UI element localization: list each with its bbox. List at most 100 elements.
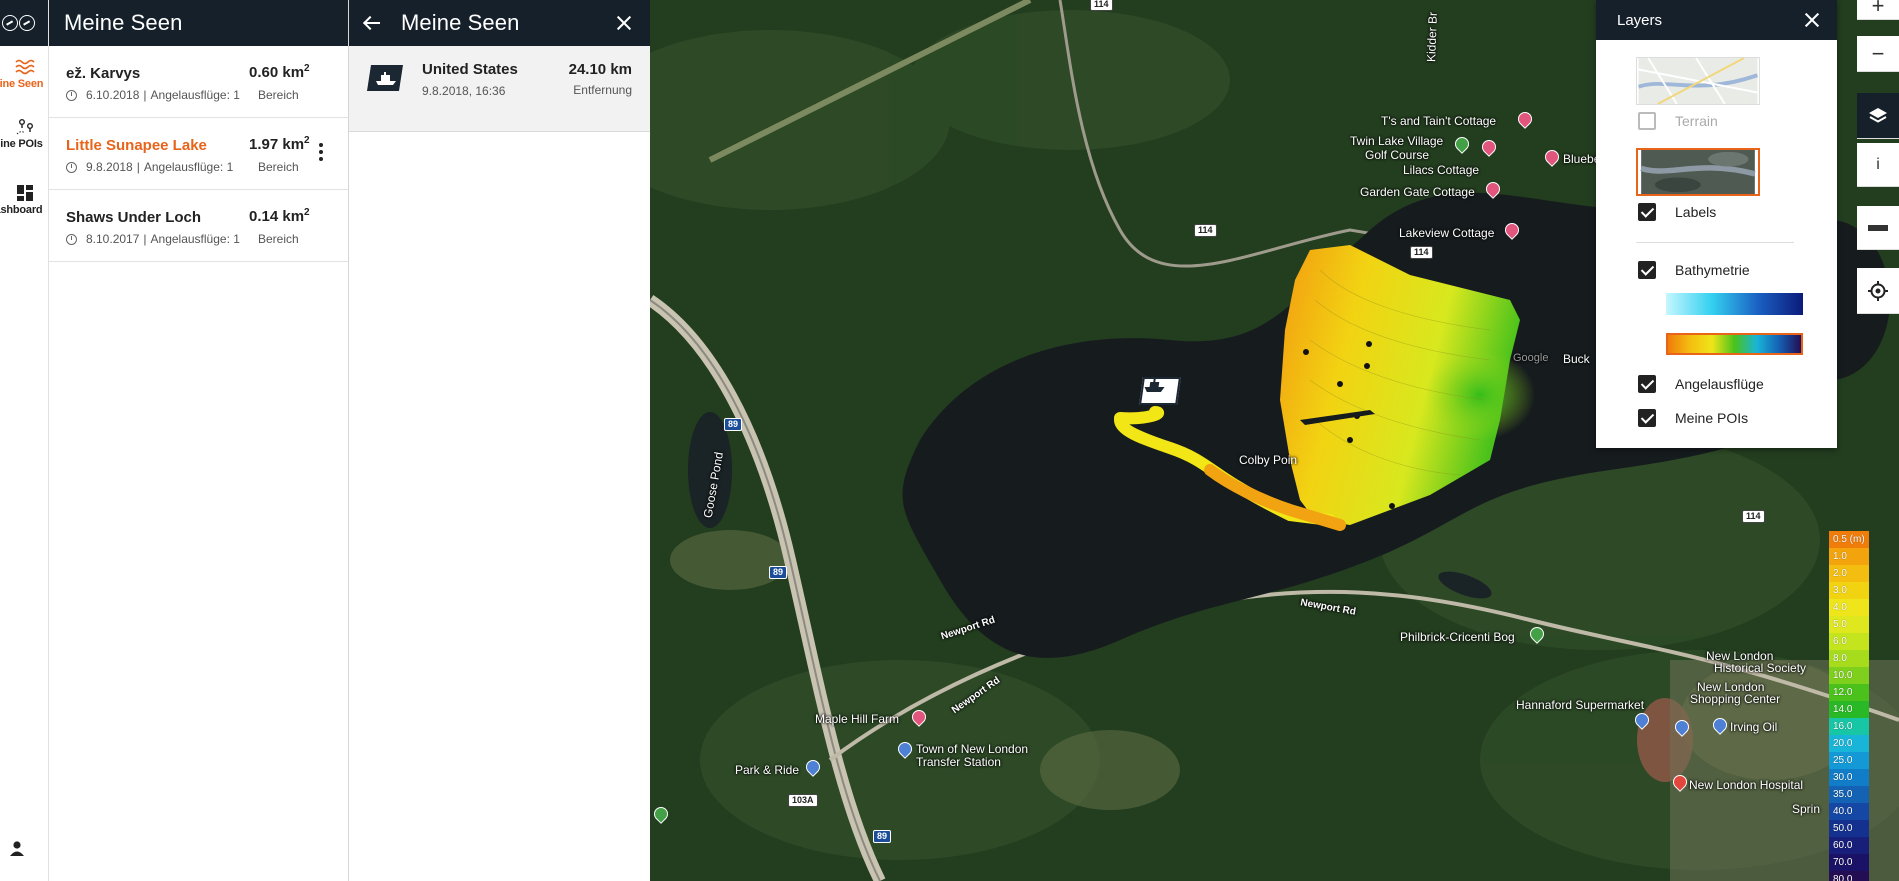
map-label: Town of New London: [916, 742, 1029, 756]
trip-panel-header: Meine Seen: [349, 0, 650, 46]
meta-separator: |: [143, 88, 147, 102]
lake-meta: 8.10.2017 | Angelausflüge: 1: [66, 232, 240, 246]
lake-trips: Angelausflüge: 1: [150, 88, 240, 102]
zoom-out-button[interactable]: −: [1857, 36, 1899, 72]
trip-panel-title: Meine Seen: [401, 10, 520, 35]
info-button[interactable]: i: [1857, 143, 1899, 187]
terrain-label: Terrain: [1675, 113, 1718, 129]
clock-icon: [66, 89, 77, 101]
satellite-thumbnail[interactable]: [1636, 148, 1760, 196]
lake-area: 1.97 km2: [249, 135, 310, 153]
lake-area-value: 1.97 km: [249, 136, 305, 153]
trips-checkbox[interactable]: [1638, 375, 1656, 393]
lake-row-karvys[interactable]: ež. Karvys 6.10.2018 | Angelausflüge: 1 …: [49, 46, 348, 118]
legend-cell: 8.0: [1829, 650, 1869, 667]
nav-my-lakes[interactable]: eine Seen: [0, 58, 48, 90]
trip-boat-marker[interactable]: [1139, 377, 1181, 405]
map-label: New London Hospital: [1689, 778, 1804, 792]
lake-meta: 9.8.2018 | Angelausflüge: 1: [66, 160, 233, 174]
route-shield: 114: [1410, 246, 1433, 259]
locate-button[interactable]: [1857, 268, 1899, 314]
close-icon[interactable]: [616, 15, 632, 31]
lake-area-exponent: 2: [304, 135, 310, 146]
close-icon[interactable]: [1805, 13, 1819, 27]
nav-dashboard[interactable]: ashboard: [0, 184, 48, 216]
map-label: Maple Hill Farm: [815, 712, 900, 726]
legend-cell: 1.0: [1829, 548, 1869, 565]
boat-icon: [1144, 379, 1165, 392]
zoom-in-button[interactable]: +: [1857, 0, 1899, 20]
trips-toggle[interactable]: Angelausflüge: [1638, 375, 1764, 393]
lake-trips: Angelausflüge: 1: [143, 160, 234, 174]
terrain-checkbox[interactable]: [1638, 112, 1656, 130]
meta-separator: |: [143, 232, 147, 246]
legend-cell: 0.5 (m): [1829, 531, 1869, 548]
trip-location: United States: [422, 61, 518, 78]
labels-checkbox[interactable]: [1638, 203, 1656, 221]
nav-rail: eine Seen eine POIs ashboard: [0, 0, 49, 881]
lake-name: ež. Karvys: [66, 65, 141, 82]
measure-button[interactable]: [1857, 206, 1899, 250]
trip-datetime: 9.8.2018, 16:36: [422, 84, 506, 98]
lake-trips: Angelausflüge: 1: [150, 232, 240, 246]
street-map-thumbnail[interactable]: [1636, 57, 1760, 105]
map-label: Golf Course: [1365, 148, 1430, 162]
legend-cell: 35.0: [1829, 786, 1869, 803]
back-arrow-icon[interactable]: [363, 16, 381, 30]
pois-toggle[interactable]: Meine POIs: [1638, 409, 1748, 427]
map-label: Bluebe: [1563, 152, 1601, 166]
lake-name: Shaws Under Loch: [66, 209, 202, 226]
legend-cell: 50.0: [1829, 820, 1869, 837]
map-label: Park & Ride: [735, 763, 800, 777]
bathymetry-checkbox[interactable]: [1638, 261, 1656, 279]
legend-cell: 3.0: [1829, 582, 1869, 599]
map-label: Transfer Station: [916, 755, 1001, 769]
lake-range-label: Bereich: [258, 160, 299, 174]
legend-cell: 2.0: [1829, 565, 1869, 582]
bathymetry-toggle[interactable]: Bathymetrie: [1638, 261, 1750, 279]
lake-area-exponent: 2: [304, 207, 310, 218]
zoom-out-label: −: [1871, 40, 1885, 66]
route-shield: 114: [1194, 224, 1217, 237]
terrain-toggle[interactable]: Terrain: [1638, 112, 1718, 130]
meta-separator: |: [136, 160, 140, 174]
legend-cell: 5.0: [1829, 616, 1869, 633]
ruler-icon: [1868, 224, 1888, 231]
map-label: Twin Lake Village: [1350, 134, 1444, 148]
legend-cell: 14.0: [1829, 701, 1869, 718]
layers-button[interactable]: [1857, 93, 1899, 139]
legend-cell: 12.0: [1829, 684, 1869, 701]
map-label: T's and Tain't Cottage: [1381, 114, 1497, 128]
poi-pins-icon: [16, 119, 33, 135]
rainbow-gradient-option[interactable]: [1666, 333, 1803, 355]
route-shield: 89: [873, 830, 892, 843]
lake-date: 9.8.2018: [86, 160, 133, 174]
layers-icon: [1869, 107, 1887, 123]
app-logo[interactable]: [0, 0, 48, 46]
depth-legend: 0.5 (m) 1.0 2.0 3.0 4.0 5.0 6.0 8.0 10.0 12.0 14.0…: [1829, 531, 1869, 881]
lake-area: 0.14 km2: [249, 207, 310, 225]
pois-checkbox[interactable]: [1638, 409, 1656, 427]
legend-cell: 16.0: [1829, 718, 1869, 735]
map-label: Shopping Center: [1690, 692, 1781, 706]
nav-my-pois[interactable]: eine POIs: [0, 118, 48, 150]
map-label: Lakeview Cottage: [1399, 226, 1495, 240]
legend-cell: 80.0: [1829, 871, 1869, 881]
lake-date: 6.10.2018: [86, 88, 140, 102]
legend-cell: 40.0: [1829, 803, 1869, 820]
more-options-icon[interactable]: [319, 143, 323, 161]
clock-icon: [66, 233, 77, 245]
lake-range-label: Bereich: [258, 88, 299, 102]
waves-icon: [14, 59, 35, 75]
labels-toggle[interactable]: Labels: [1638, 203, 1716, 221]
user-icon[interactable]: [8, 840, 26, 858]
legend-cell: 20.0: [1829, 735, 1869, 752]
legend-cell: 70.0: [1829, 854, 1869, 871]
lake-row-shaws-under-loch[interactable]: Shaws Under Loch 8.10.2017 | Angelausflü…: [49, 190, 348, 262]
lake-row-little-sunapee[interactable]: Little Sunapee Lake 9.8.2018 | Angelausf…: [49, 118, 348, 190]
route-shield: 89: [724, 418, 743, 431]
blue-gradient-option[interactable]: [1666, 293, 1803, 315]
info-icon: i: [1876, 155, 1880, 173]
layers-divider: [1636, 242, 1794, 243]
map-label: Colby Poin: [1239, 453, 1298, 467]
